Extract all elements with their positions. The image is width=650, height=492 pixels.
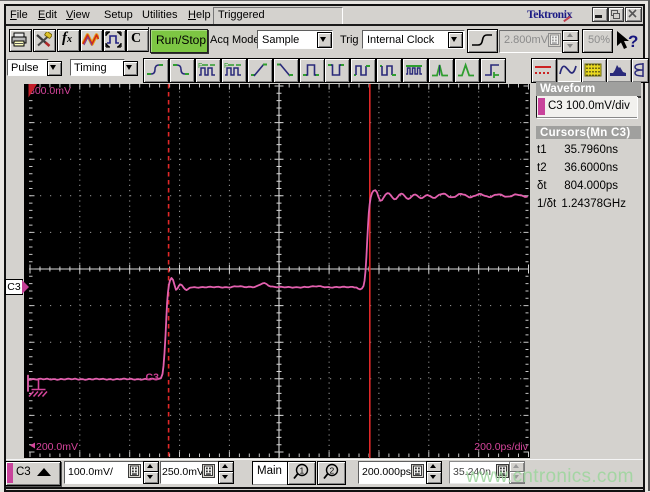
svg-text:800.0mV: 800.0mV — [29, 85, 71, 97]
svg-text:C3: C3 — [146, 372, 160, 384]
svg-text:200.0ps/div: 200.0ps/div — [474, 441, 528, 453]
svg-text:2: 2 — [330, 466, 335, 476]
svg-text:200.0mV: 200.0mV — [36, 441, 78, 453]
svg-text:1: 1 — [300, 466, 305, 476]
svg-text:?: ? — [628, 32, 638, 51]
